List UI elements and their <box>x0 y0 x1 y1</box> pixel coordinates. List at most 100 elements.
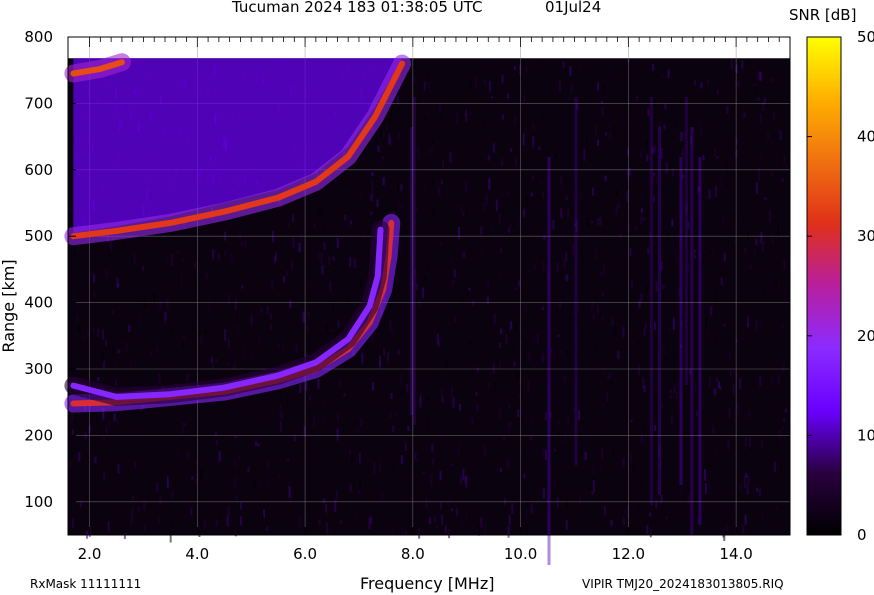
colorbar-tick-label: 0 <box>857 526 867 544</box>
noise-speck <box>662 345 665 354</box>
noise-speck <box>422 471 425 475</box>
noise-speck <box>186 249 189 252</box>
noise-speck <box>177 250 180 253</box>
noise-speck <box>741 60 744 69</box>
noise-speck <box>116 481 119 493</box>
noise-speck <box>565 519 568 530</box>
noise-speck <box>357 491 360 494</box>
noise-speck <box>431 444 434 453</box>
noise-speck <box>630 280 633 288</box>
noise-speck <box>423 188 426 192</box>
noise-speck <box>143 525 146 532</box>
noise-speck <box>102 329 104 340</box>
noise-speck <box>531 175 534 180</box>
noise-speck <box>742 524 745 534</box>
noise-speck <box>372 382 375 391</box>
noise-speck <box>355 421 358 427</box>
noise-speck <box>615 325 618 334</box>
noise-speck <box>655 281 658 292</box>
noise-speck <box>602 364 605 375</box>
noise-speck <box>241 285 244 289</box>
noise-speck <box>388 134 391 145</box>
noise-speck <box>706 334 709 337</box>
noise-speck <box>171 517 174 528</box>
noise-speck <box>132 496 134 501</box>
noise-speck <box>168 470 171 481</box>
noise-speck <box>230 253 233 264</box>
x-tick-label: 12.0 <box>612 545 645 563</box>
noise-speck <box>554 327 557 331</box>
noise-speck <box>425 498 428 509</box>
noise-speck <box>566 186 569 197</box>
noise-speck <box>332 256 335 261</box>
noise-speck <box>444 305 447 308</box>
noise-speck <box>371 183 374 194</box>
noise-speck <box>442 159 444 168</box>
noise-speck <box>112 346 115 357</box>
noise-speck <box>536 333 539 344</box>
noise-speck <box>743 333 746 340</box>
noise-speck <box>153 291 156 303</box>
noise-speck <box>292 507 295 519</box>
noise-speck <box>206 231 209 237</box>
noise-speck <box>465 112 468 122</box>
noise-speck <box>706 498 709 511</box>
noise-speck <box>134 330 137 339</box>
noise-speck <box>359 358 362 363</box>
noise-speck <box>617 350 620 360</box>
noise-speck <box>124 252 126 256</box>
noise-speck <box>497 358 499 366</box>
noise-speck <box>190 508 193 516</box>
noise-speck <box>726 525 728 533</box>
noise-speck <box>560 176 563 185</box>
noise-speck <box>597 82 599 91</box>
noise-speck <box>780 220 783 225</box>
noise-speck <box>715 291 718 302</box>
noise-speck <box>486 93 489 99</box>
noise-speck <box>556 262 559 273</box>
noise-speck <box>622 326 625 338</box>
noise-speck <box>715 185 717 198</box>
noise-speck <box>675 124 678 130</box>
noise-speck <box>82 335 85 340</box>
noise-speck <box>347 413 350 426</box>
noise-speck <box>560 207 563 216</box>
noise-speck <box>715 337 718 348</box>
noise-speck <box>454 316 457 323</box>
noise-speck <box>185 263 188 267</box>
noise-speck <box>515 287 518 290</box>
noise-speck <box>722 85 725 91</box>
noise-speck <box>554 449 556 452</box>
noise-speck <box>667 68 670 78</box>
y-axis-label: Range [km] <box>0 259 18 352</box>
noise-speck <box>707 307 710 314</box>
noise-speck <box>770 169 773 177</box>
noise-speck <box>93 290 96 299</box>
noise-speck <box>669 395 672 398</box>
noise-speck <box>151 261 154 264</box>
noise-speck <box>761 284 764 292</box>
noise-speck <box>126 460 129 465</box>
noise-speck <box>764 197 767 200</box>
noise-speck <box>524 347 527 359</box>
noise-speck <box>74 421 77 428</box>
noise-speck <box>300 234 303 242</box>
noise-speck <box>757 97 760 101</box>
noise-speck <box>640 349 643 354</box>
noise-speck <box>611 358 614 368</box>
noise-speck <box>455 118 458 124</box>
noise-speck <box>572 194 575 200</box>
y-tick-label: 200 <box>24 426 53 444</box>
noise-speck <box>640 293 643 303</box>
noise-speck <box>746 314 749 323</box>
noise-speck <box>268 266 271 271</box>
noise-speck <box>456 269 459 279</box>
noise-speck <box>227 339 230 350</box>
noise-speck <box>337 320 340 328</box>
noise-speck <box>417 148 420 160</box>
noise-speck <box>397 349 400 355</box>
noise-speck <box>370 516 373 524</box>
noise-speck <box>102 351 105 363</box>
noise-speck <box>771 141 774 146</box>
noise-speck <box>279 404 282 413</box>
